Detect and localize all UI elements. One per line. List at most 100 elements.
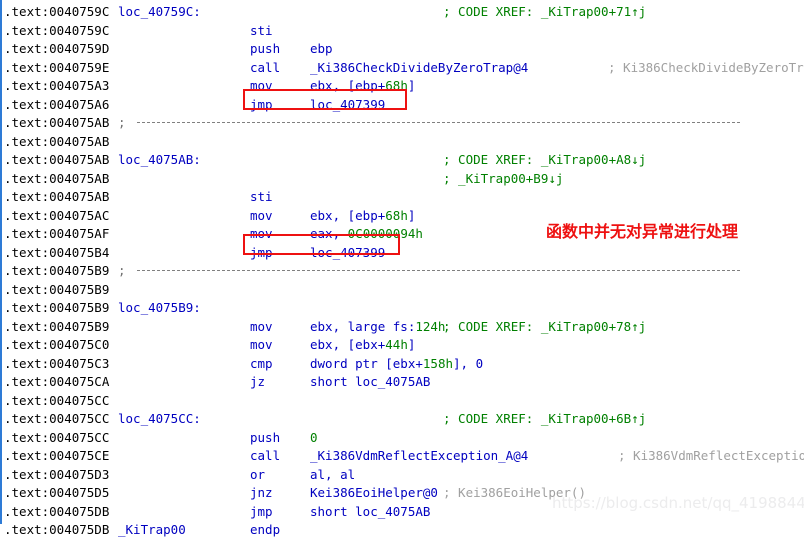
line-address: .text:004075A3: [4, 78, 110, 93]
instruction-mnemonic[interactable]: or: [250, 466, 265, 485]
xref-comment: ; CODE XREF: _KiTrap00+6B↑j: [443, 411, 647, 426]
line-address: .text:004075AB: [4, 133, 110, 149]
code-label[interactable]: loc_4075CC:: [118, 410, 201, 429]
line-address: .text:004075C3: [4, 355, 110, 371]
disassembly-line[interactable]: .text:0040759D push ebp: [0, 40, 804, 59]
instruction-mnemonic[interactable]: jmp: [250, 503, 273, 522]
auto-comment: ; Ki386VdmReflectException_A(x): [618, 448, 804, 463]
watermark-url: https://blog.csdn.net/qq_41988448: [552, 494, 804, 512]
disassembly-line[interactable]: .text:004075AB ; _KiTrap00+B9↓j: [0, 170, 804, 189]
divider-semicolon: ;: [118, 263, 126, 278]
instruction-mnemonic[interactable]: push: [250, 429, 280, 448]
instruction-operands[interactable]: ebx, large fs:124h: [310, 318, 445, 337]
disassembly-line[interactable]: .text:004075C3 cmp dword ptr [ebx+158h], 0: [0, 355, 804, 374]
line-address: .text:004075B9: [4, 318, 110, 334]
xref-comment: ; CODE XREF: _KiTrap00+71↑j: [443, 4, 647, 19]
disassembly-line[interactable]: .text:004075A6 jmp loc_407399: [0, 96, 804, 115]
instruction-operands[interactable]: al, al: [310, 466, 355, 485]
disassembly-line[interactable]: .text:004075CA jz short loc_4075AB: [0, 373, 804, 392]
xref-comment: ; CODE XREF: _KiTrap00+78↑j: [443, 318, 647, 334]
instruction-operands[interactable]: eax, 0C0000094h: [310, 225, 423, 244]
instruction-mnemonic[interactable]: jmp: [250, 244, 273, 263]
line-address: .text:004075B9: [4, 300, 110, 315]
instruction-operands[interactable]: _Ki386CheckDivideByZeroTrap@4: [310, 59, 528, 78]
disassembly-line[interactable]: .text:004075AB sti: [0, 188, 804, 207]
code-label[interactable]: loc_4075AB:: [118, 151, 201, 170]
disassembly-line[interactable]: .text:004075CC loc_4075CC: ; CODE XREF: _K…: [0, 410, 804, 429]
line-address: .text:004075AB: [4, 115, 110, 130]
instruction-mnemonic[interactable]: sti: [250, 188, 273, 207]
instruction-operands[interactable]: 0: [310, 429, 318, 448]
line-address: .text:004075AB: [4, 170, 110, 186]
line-address: .text:004075A6: [4, 96, 110, 112]
disassembly-line[interactable]: .text:004075B9: [0, 281, 804, 300]
line-address: .text:004075D5: [4, 485, 110, 500]
instruction-mnemonic[interactable]: mov: [250, 77, 273, 96]
disassembly-line[interactable]: .text:004075AB loc_4075AB: ; CODE XREF: _K…: [0, 151, 804, 170]
instruction-operands[interactable]: ebx, [ebx+44h]: [310, 336, 415, 355]
line-address: .text:004075CA: [4, 374, 110, 389]
instruction-mnemonic[interactable]: cmp: [250, 355, 273, 374]
instruction-operands[interactable]: short loc_4075AB: [310, 373, 430, 392]
line-address: .text:004075AC: [4, 207, 110, 223]
line-address: .text:004075CC: [4, 411, 110, 426]
instruction-mnemonic[interactable]: mov: [250, 207, 273, 226]
disassembly-line[interactable]: .text:004075AB: [0, 133, 804, 152]
instruction-mnemonic[interactable]: mov: [250, 318, 273, 337]
line-address: .text:0040759C: [4, 4, 110, 19]
line-address: .text:004075AF: [4, 226, 110, 241]
line-address: .text:0040759C: [4, 22, 110, 38]
line-address: .text:004075D3: [4, 466, 110, 482]
disassembly-line[interactable]: .text:004075C0 mov ebx, [ebx+44h]: [0, 336, 804, 355]
instruction-operands[interactable]: loc_407399: [310, 244, 385, 263]
line-address: .text:004075DB: [4, 503, 110, 519]
xref-comment: ; CODE XREF: _KiTrap00+A8↓j: [443, 152, 647, 167]
auto-comment: ; Ki386CheckDivideByZeroTrap(x): [608, 59, 804, 75]
instruction-mnemonic[interactable]: jz: [250, 373, 265, 392]
instruction-operands[interactable]: short loc_4075AB: [310, 503, 430, 522]
instruction-operands[interactable]: _Ki386VdmReflectException_A@4: [310, 447, 528, 466]
line-address: .text:004075CE: [4, 448, 110, 463]
line-address: .text:004075CC: [4, 429, 110, 445]
instruction-mnemonic[interactable]: sti: [250, 22, 273, 41]
instruction-operands[interactable]: ebx, [ebp+68h]: [310, 77, 415, 96]
disassembly-line[interactable]: .text:004075AB;: [0, 114, 804, 133]
disassembly-line[interactable]: .text:004075B4 jmp loc_407399: [0, 244, 804, 263]
section-divider: [137, 270, 740, 271]
line-address: .text:004075AB: [4, 152, 110, 167]
disassembly-line[interactable]: .text:004075CE call _Ki386VdmReflectExcept…: [0, 447, 804, 466]
disassembly-line[interactable]: .text:0040759E call _Ki386CheckDivideByZer…: [0, 59, 804, 78]
code-label[interactable]: loc_40759C:: [118, 3, 201, 22]
instruction-mnemonic[interactable]: mov: [250, 225, 273, 244]
instruction-mnemonic[interactable]: mov: [250, 336, 273, 355]
ida-disassembly-view[interactable]: .text:0040759C loc_40759C: ; CODE XREF: _K…: [0, 0, 804, 537]
disassembly-line[interactable]: .text:0040759C loc_40759C: ; CODE XREF: _K…: [0, 3, 804, 22]
instruction-mnemonic[interactable]: jmp: [250, 96, 273, 115]
disassembly-line[interactable]: .text:004075D3 or al, al: [0, 466, 804, 485]
instruction-mnemonic[interactable]: call: [250, 447, 280, 466]
line-address: .text:004075AB: [4, 189, 110, 204]
instruction-operands[interactable]: ebx, [ebp+68h]: [310, 207, 415, 226]
disassembly-line[interactable]: .text:004075CC: [0, 392, 804, 411]
instruction-mnemonic[interactable]: push: [250, 40, 280, 59]
disassembly-line[interactable]: .text:004075B9 mov ebx, large fs:124h; COD…: [0, 318, 804, 337]
disassembly-line[interactable]: .text:004075A3 mov ebx, [ebp+68h]: [0, 77, 804, 96]
instruction-operands[interactable]: loc_407399: [310, 96, 385, 115]
instruction-operands[interactable]: Kei386EoiHelper@0: [310, 484, 438, 503]
instruction-operands[interactable]: dword ptr [ebx+158h], 0: [310, 355, 483, 374]
disassembly-line[interactable]: .text:004075CC push 0: [0, 429, 804, 448]
disassembly-line[interactable]: .text:0040759C sti: [0, 22, 804, 41]
instruction-mnemonic[interactable]: jnz: [250, 484, 273, 503]
code-label[interactable]: loc_4075B9:: [118, 299, 201, 318]
instruction-mnemonic[interactable]: call: [250, 59, 280, 78]
line-address: .text:004075B9: [4, 263, 110, 278]
disassembly-line[interactable]: .text:004075B9 loc_4075B9:: [0, 299, 804, 318]
line-address: .text:004075CC: [4, 392, 110, 408]
disassembly-line[interactable]: .text:004075B9;: [0, 262, 804, 281]
line-address: .text:004075B9: [4, 281, 110, 297]
xref-comment: ; _KiTrap00+B9↓j: [443, 170, 564, 186]
instruction-operands[interactable]: ebp: [310, 40, 333, 59]
line-address: .text:004075C0: [4, 337, 110, 352]
line-address: .text:004075B4: [4, 244, 110, 260]
divider-semicolon: ;: [118, 115, 126, 130]
